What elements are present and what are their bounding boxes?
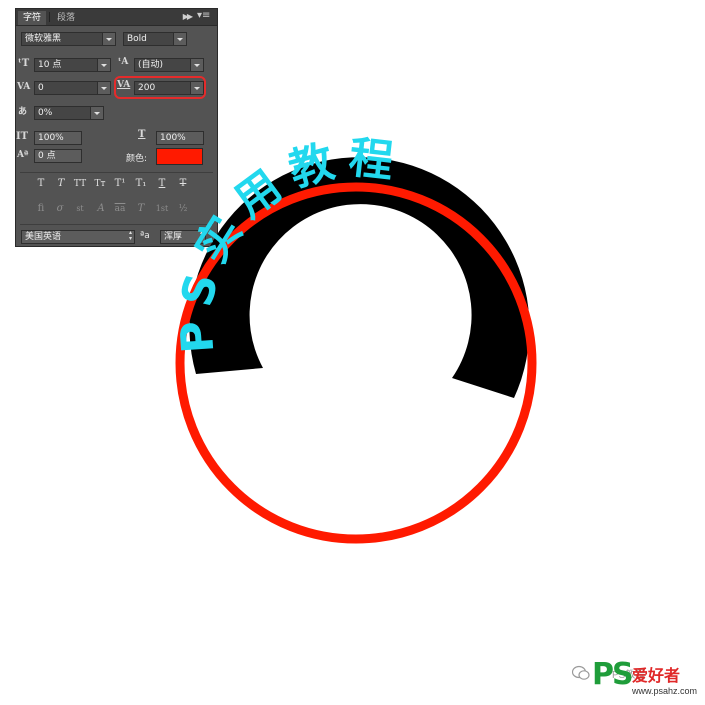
arc-text: PS实用教程 [171, 132, 407, 355]
watermark-logo-ps: PS [592, 657, 634, 692]
wechat-icon [572, 665, 590, 680]
artwork-canvas: PS实用教程 [171, 132, 537, 544]
watermark-logo-brand: 爱好者 [632, 666, 681, 685]
arc-text-path: PS实用教程 [171, 132, 396, 355]
watermark-url: www.psahz.com [632, 686, 698, 696]
